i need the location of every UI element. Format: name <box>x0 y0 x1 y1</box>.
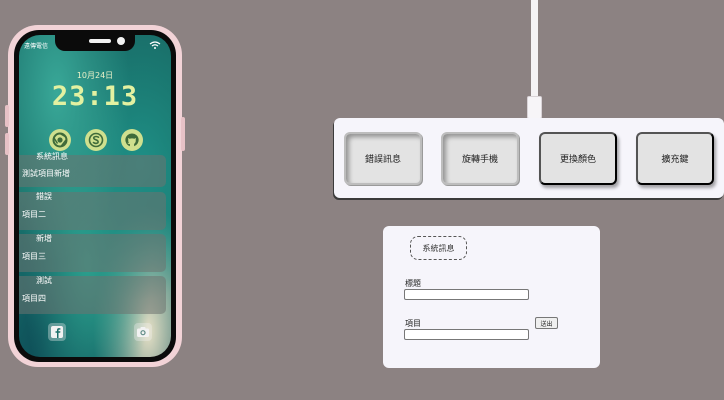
front-camera-icon <box>117 37 125 45</box>
notification-item: 測試項目新增 <box>22 169 70 178</box>
item-label: 項目 <box>405 319 421 328</box>
item-input[interactable] <box>404 329 529 340</box>
chrome-icon[interactable] <box>49 129 71 151</box>
message-form-panel: 系統訊息 標題 項目 送出 <box>383 226 600 368</box>
facebook-icon[interactable] <box>48 323 66 341</box>
change-color-key[interactable]: 更換顏色 <box>539 132 617 185</box>
carrier-name: 遠傳電信 <box>24 43 49 50</box>
lockscreen-date: 10月24日 <box>76 71 114 80</box>
notification-item: 項目二 <box>22 210 46 219</box>
usb-cable <box>531 0 538 98</box>
skype-icon[interactable] <box>85 129 107 151</box>
notification-card[interactable]: 新增 項目三 <box>19 234 166 272</box>
notification-title: 系統訊息 <box>36 152 68 161</box>
notification-title: 測試 <box>36 276 52 285</box>
lockscreen-time: 23:13 <box>51 81 139 112</box>
notification-title: 錯誤 <box>36 192 52 201</box>
phone-device: 遠傳電信 10月24日 23:13 系統訊息 測試項目新增 錯誤 項目二 新增 … <box>5 25 185 367</box>
rotate-phone-key[interactable]: 旋轉手機 <box>441 132 519 185</box>
title-input[interactable] <box>404 289 529 300</box>
notification-title: 新增 <box>36 234 52 243</box>
phone-volume-down-button <box>5 133 9 155</box>
github-icon[interactable] <box>121 129 143 151</box>
speaker-icon <box>89 39 111 43</box>
send-button[interactable]: 送出 <box>535 317 558 329</box>
error-message-key[interactable]: 錯誤訊息 <box>344 132 422 185</box>
phone-notch <box>55 35 135 51</box>
title-label: 標題 <box>405 279 421 288</box>
usb-plug <box>527 96 542 119</box>
notification-item: 項目四 <box>22 294 46 303</box>
notification-card[interactable]: 測試 項目四 <box>19 276 166 314</box>
button-keyboard: 錯誤訊息 旋轉手機 更換顏色 擴充鍵 <box>334 118 724 198</box>
phone-volume-up-button <box>5 105 9 127</box>
phone-screen: 遠傳電信 10月24日 23:13 系統訊息 測試項目新增 錯誤 項目二 新增 … <box>19 35 171 357</box>
phone-power-button <box>181 117 185 151</box>
notification-card[interactable]: 系統訊息 測試項目新增 <box>19 152 166 187</box>
notification-item: 項目三 <box>22 252 46 261</box>
system-message-button[interactable]: 系統訊息 <box>410 236 467 260</box>
phone-bezel: 遠傳電信 10月24日 23:13 系統訊息 測試項目新增 錯誤 項目二 新增 … <box>14 30 176 362</box>
expand-key[interactable]: 擴充鍵 <box>636 132 714 185</box>
camera-icon[interactable] <box>134 323 152 341</box>
wifi-icon <box>149 41 161 49</box>
notification-card[interactable]: 錯誤 項目二 <box>19 192 166 230</box>
